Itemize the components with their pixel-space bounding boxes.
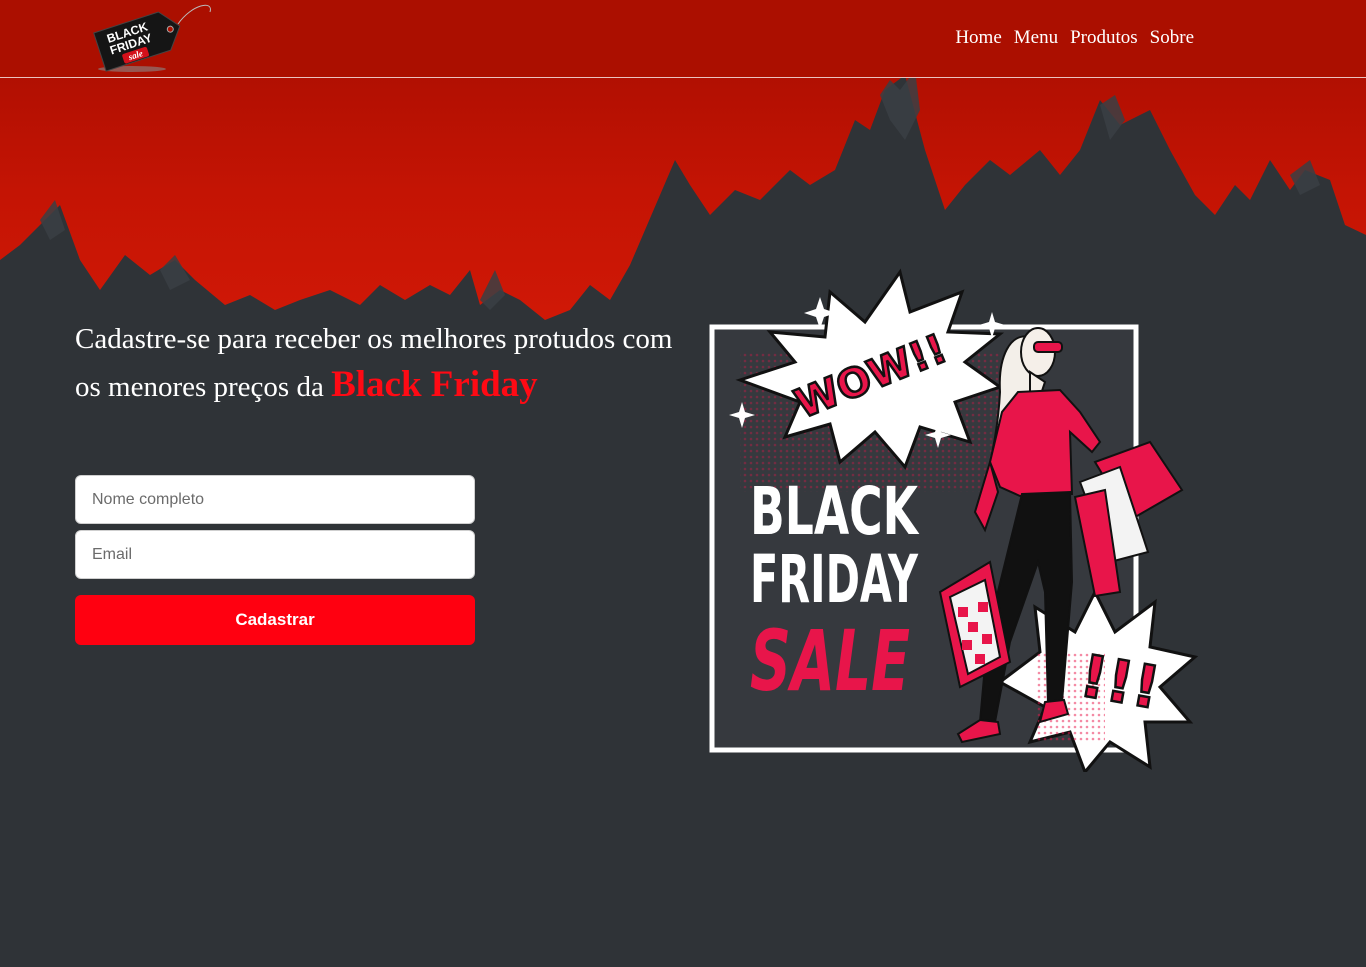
main-nav: Home Menu Produtos Sobre bbox=[955, 27, 1194, 49]
nav-produtos-link[interactable]: Produtos bbox=[1070, 27, 1138, 49]
svg-text:!!!: !!! bbox=[1075, 642, 1165, 723]
hero-headline: Cadastre-se para receber os melhores pro… bbox=[75, 316, 675, 410]
nav-sobre-link[interactable]: Sobre bbox=[1150, 27, 1194, 49]
svg-text:FRIDAY: FRIDAY bbox=[750, 541, 919, 618]
email-input[interactable] bbox=[75, 530, 475, 579]
nav-home-link[interactable]: Home bbox=[955, 27, 1001, 49]
signup-form: Cadastrar bbox=[75, 475, 475, 645]
hero-headline-highlight: Black Friday bbox=[331, 364, 538, 405]
nav-menu-link[interactable]: Menu bbox=[1014, 27, 1058, 49]
submit-button[interactable]: Cadastrar bbox=[75, 595, 475, 645]
svg-text:BLACK: BLACK bbox=[750, 473, 920, 550]
name-input[interactable] bbox=[75, 475, 475, 524]
site-header: BLACK FRIDAY sale Home Menu Produtos Sob… bbox=[0, 0, 1366, 78]
black-friday-logo[interactable]: BLACK FRIDAY sale bbox=[92, 2, 220, 74]
svg-text:SALE: SALE bbox=[750, 612, 910, 710]
black-friday-sale-illustration: WOW!! BLACK FRIDAY SALE !!! bbox=[709, 268, 1199, 772]
